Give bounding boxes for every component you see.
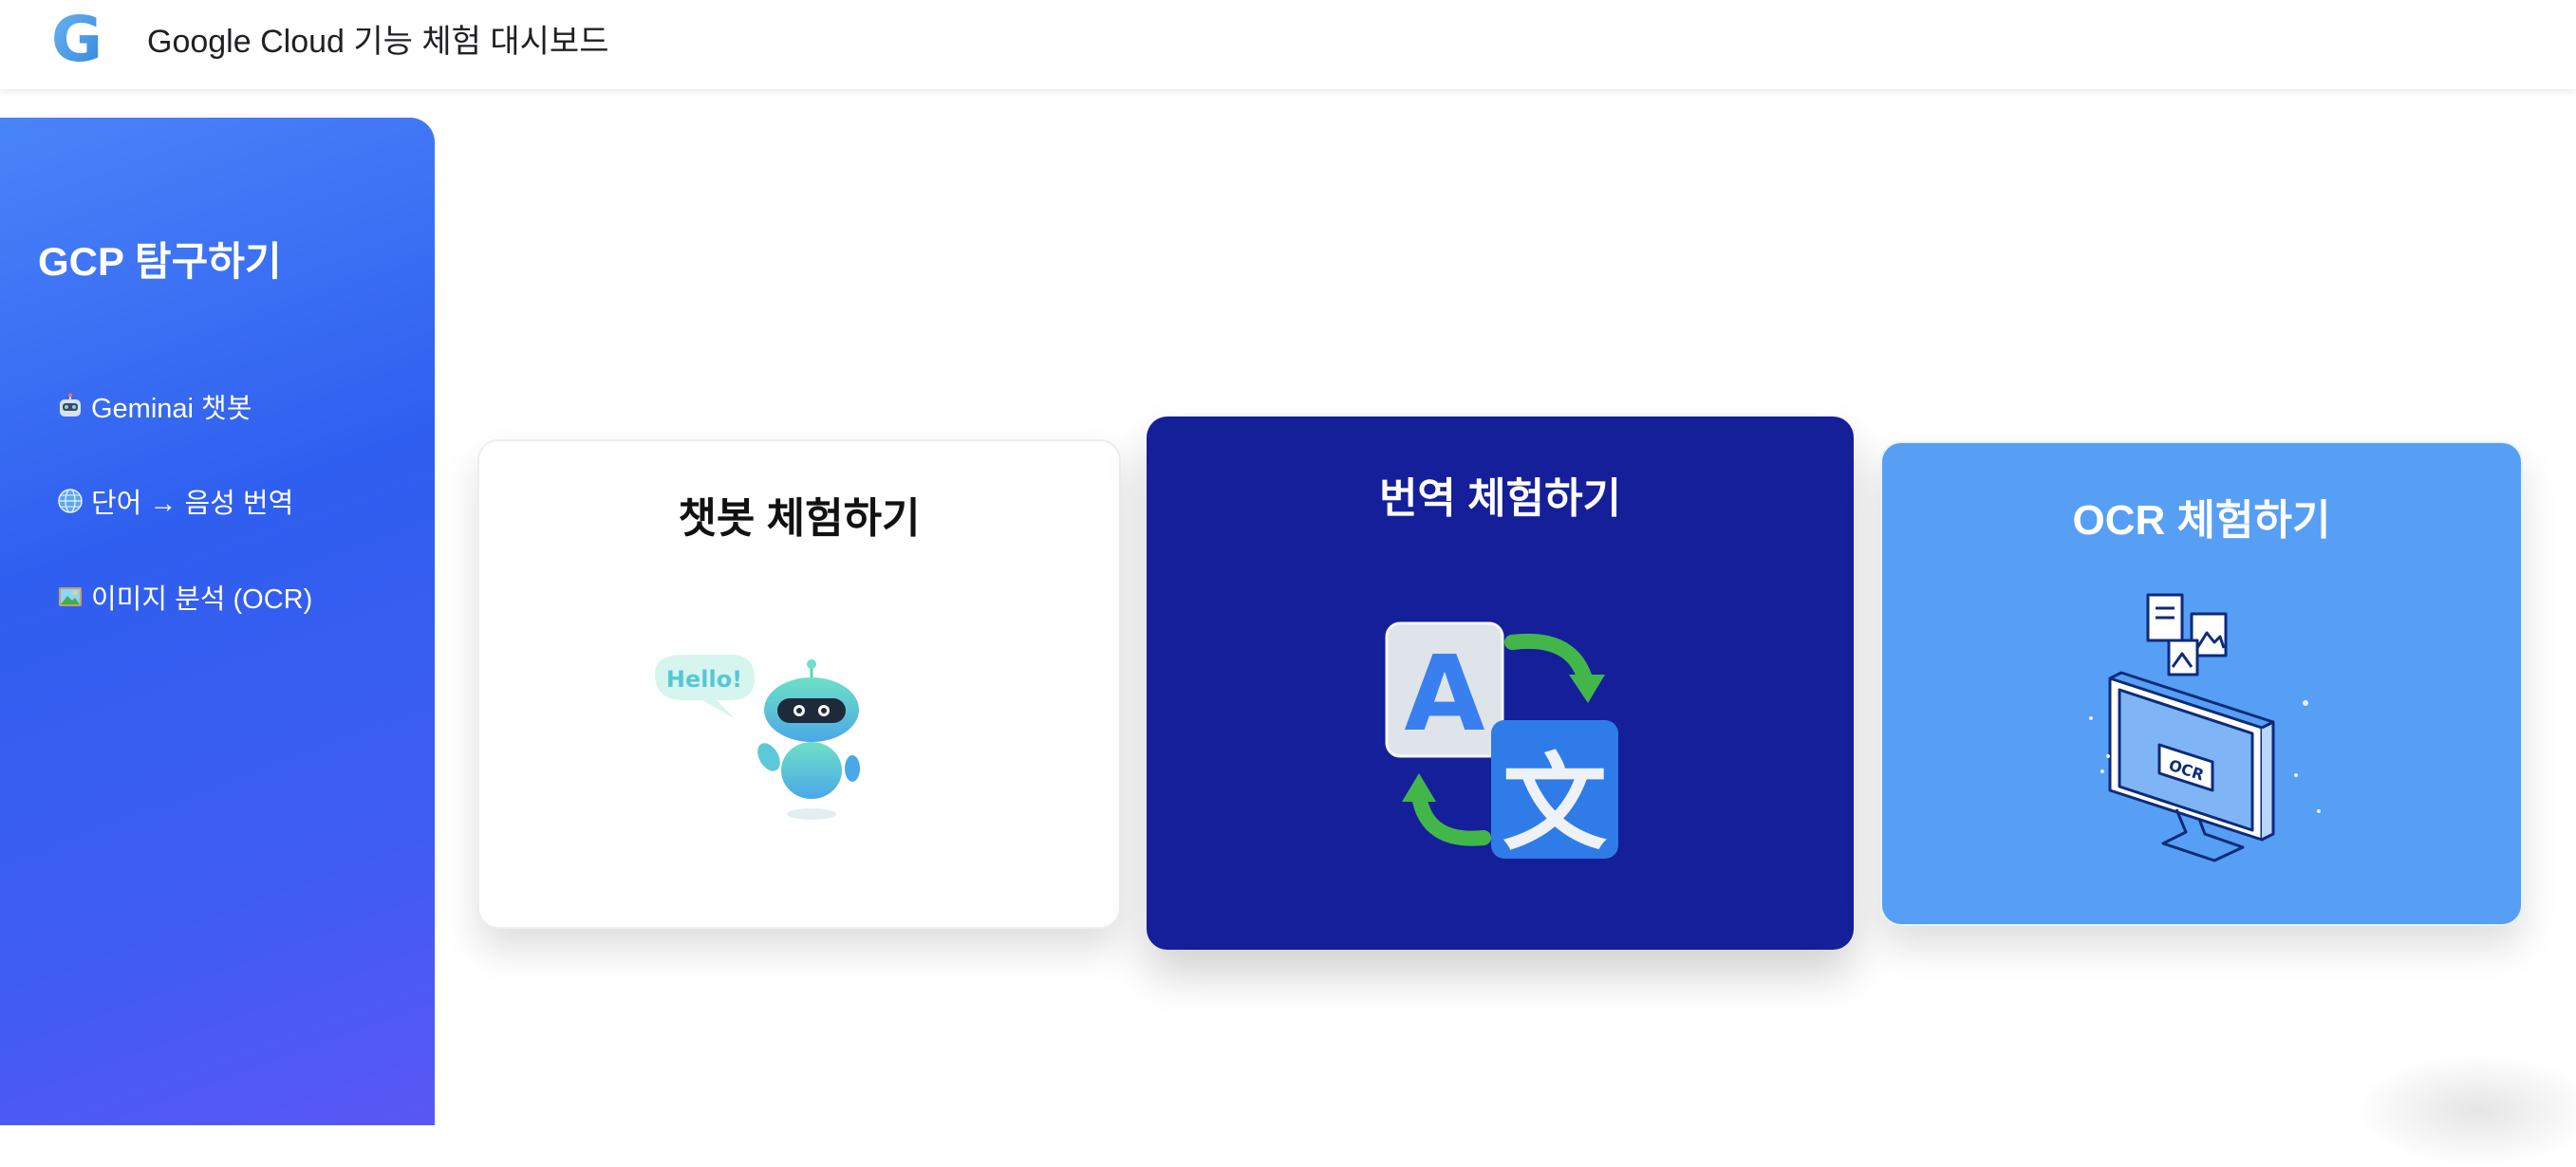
sidebar: GCP 탐구하기 Geminai 챗봇 단어 → 음성 번역 이미지 분석 (O… xyxy=(0,118,435,1125)
ocr-card[interactable]: OCR 체험하기 OCR xyxy=(1880,441,2523,926)
sidebar-item-translate[interactable]: 단어 → 음성 번역 xyxy=(57,478,293,524)
sidebar-item-label: 단어 → 음성 번역 xyxy=(91,489,294,519)
sidebar-item-label: Geminai 챗봇 xyxy=(91,394,252,424)
translate-icon: A 文 xyxy=(1385,621,1618,864)
card-title: OCR 체험하기 xyxy=(2072,497,2331,544)
card-title: 챗봇 체험하기 xyxy=(678,495,921,542)
svg-text:G: G xyxy=(51,4,103,68)
ocr-monitor-icon: OCR xyxy=(2089,593,2321,862)
robot-hello-icon: Hello! xyxy=(655,655,860,820)
app-title: Google Cloud 기능 체험 대시보드 xyxy=(147,24,609,60)
globe-icon xyxy=(57,488,84,514)
chatbot-card[interactable]: 챗봇 체험하기 Hello! xyxy=(477,439,1121,929)
logo-g-icon: G xyxy=(51,4,103,68)
sidebar-item-ocr[interactable]: 이미지 분석 (OCR) xyxy=(57,574,312,620)
translate-card[interactable]: 번역 체험하기 A 文 xyxy=(1147,417,1854,950)
picture-icon xyxy=(57,584,84,610)
card-title: 번역 체험하기 xyxy=(1378,475,1622,522)
sidebar-title: GCP 탐구하기 xyxy=(38,239,282,284)
robot-icon xyxy=(57,393,84,419)
corner-shadow xyxy=(2354,1053,2576,1167)
sidebar-item-label: 이미지 분석 (OCR) xyxy=(91,584,313,615)
top-header: G Google Cloud 기능 체험 대시보드 xyxy=(0,0,2576,89)
svg-text:Hello!: Hello! xyxy=(666,666,742,693)
svg-text:A: A xyxy=(1404,633,1484,754)
svg-text:文: 文 xyxy=(1503,743,1607,864)
sidebar-item-chatbot[interactable]: Geminai 챗봇 xyxy=(57,383,252,429)
